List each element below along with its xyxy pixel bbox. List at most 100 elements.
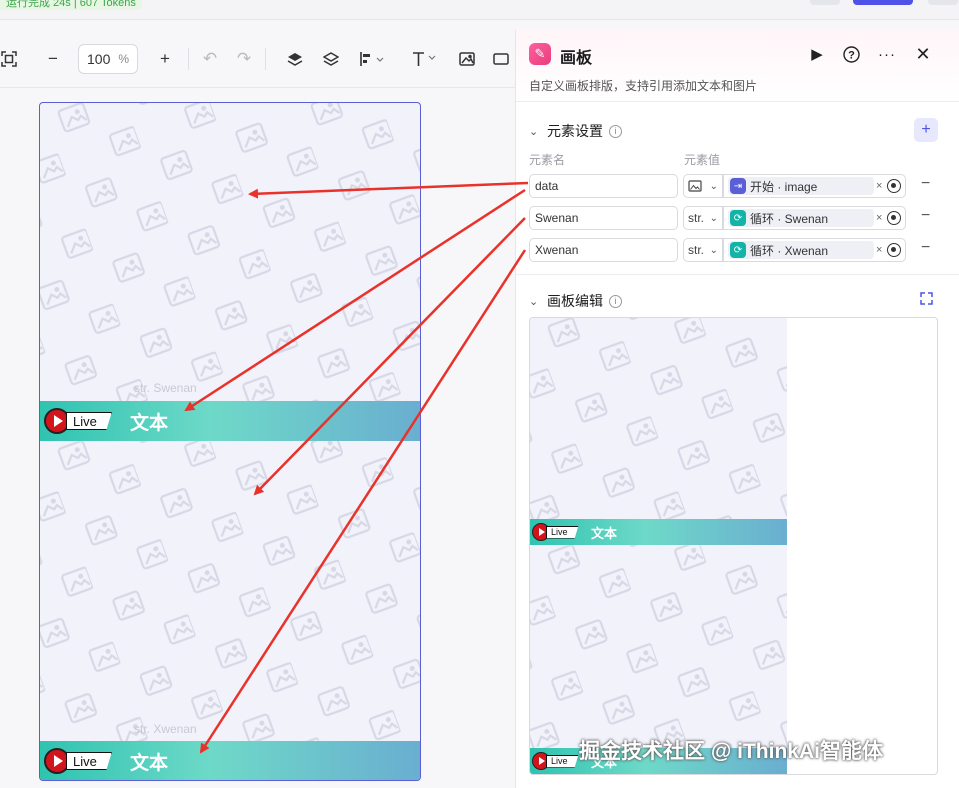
placeholder-xwenan: str. Xwenan [134,722,197,736]
live-label: Live [546,754,579,768]
clear-icon[interactable]: × [876,212,882,224]
zoom-unit: % [118,51,129,66]
section-divider [516,274,959,275]
zoom-input[interactable]: 100 % [78,43,138,74]
chevron-down-icon: ⌄ [709,180,718,192]
image-placeholder [530,545,787,749]
remove-element-icon[interactable]: − [921,175,930,193]
live-banner[interactable]: Live 文本 [40,741,420,780]
zoom-out-icon[interactable]: − [40,46,66,72]
reference-chip[interactable]: ⟳ 循环 · Swenan [728,209,874,227]
run-status-badge: 运行完成 24s | 607 Tokens [0,0,142,10]
reference-field[interactable]: ⟳ 循环 · Xwenan × [723,238,906,262]
expand-icon[interactable] [920,292,933,308]
loop-node-icon: ⟳ [730,210,746,226]
image-type-icon [688,180,702,192]
chevron-down-icon: ⌄ [709,212,718,224]
reference-field[interactable]: ⟳ 循环 · Swenan × [723,206,906,230]
image-placeholder[interactable] [40,103,420,401]
info-icon[interactable]: i [609,294,622,308]
reference-field[interactable]: ⇥ 开始 · image × [723,174,906,198]
live-banner: Live 文本 [530,519,787,545]
reference-text: 循环 · Xwenan [750,243,829,258]
zoom-value: 100 [87,50,111,67]
reference-chip[interactable]: ⟳ 循环 · Xwenan [728,241,874,259]
canvas-toolbar: − 100 % + ↶ ↷ [0,30,515,88]
panel-title: 画板 [560,50,593,67]
type-label: str. [688,211,705,225]
image-placeholder [530,318,787,519]
add-element-button[interactable]: + [914,118,938,142]
canvas-area[interactable]: str. Swenan Live 文本 str. Xwenan Live 文本 [0,88,515,788]
live-label: Live [546,525,579,539]
target-icon[interactable] [887,179,901,193]
info-icon[interactable]: i [609,124,622,138]
bring-front-icon[interactable] [282,46,308,72]
image-tool-icon[interactable] [454,46,480,72]
top-button[interactable] [810,0,840,5]
rectangle-tool-icon[interactable] [488,46,514,72]
live-logo: Live [532,523,579,541]
svg-text:?: ? [848,49,855,61]
element-row: ⌄ ⇥ 开始 · image × − [529,174,949,198]
more-icon[interactable]: ··· [876,43,898,65]
top-button[interactable] [928,0,958,5]
reference-text: 循环 · Swenan [750,211,829,226]
undo-icon[interactable]: ↶ [197,46,223,72]
clear-icon[interactable]: × [876,180,882,192]
start-node-icon: ⇥ [730,178,746,194]
clear-icon[interactable]: × [876,244,882,256]
text-tool-icon[interactable] [406,46,442,72]
remove-element-icon[interactable]: − [921,239,930,257]
element-name-input[interactable] [529,238,678,262]
column-header-value: 元素值 [684,153,721,167]
reference-chip[interactable]: ⇥ 开始 · image [728,177,874,195]
live-banner[interactable]: Live 文本 [40,401,420,441]
banner-text: 文本 [591,525,618,541]
artboard-panel: ✎ 画板 ▶ ? ··· ✕ 自定义画板排版，支持引用添加文本和图片 ⌄ 元素设… [515,30,959,788]
panel-header: ✎ 画板 ▶ ? ··· ✕ 自定义画板排版，支持引用添加文本和图片 [516,30,959,102]
help-icon[interactable]: ? [840,43,862,65]
target-icon[interactable] [887,243,901,257]
live-logo: Live [44,408,112,434]
chevron-down-icon: ⌄ [709,244,718,256]
chevron-down-icon: ⌄ [529,125,539,138]
element-row: str. ⌄ ⟳ 循环 · Swenan × − [529,206,949,230]
artboard-preview[interactable]: Live 文本 Live 文本 [529,317,938,775]
layers-icon[interactable] [318,46,344,72]
remove-element-icon[interactable]: − [921,207,930,225]
editor-section-header[interactable]: ⌄ 画板编辑 i [529,291,622,311]
type-select[interactable]: ⌄ [683,174,723,198]
live-label: Live [66,412,112,430]
redo-icon[interactable]: ↷ [231,46,257,72]
reference-text: 开始 · image [750,179,818,194]
target-icon[interactable] [887,211,901,225]
primary-top-button[interactable] [853,0,913,5]
elements-section-title: 元素设置 [547,123,603,139]
banner-text[interactable]: 文本 [130,748,168,775]
run-icon[interactable]: ▶ [806,43,828,65]
live-logo: Live [532,752,579,770]
type-select[interactable]: str. ⌄ [683,238,723,262]
artboard[interactable]: str. Swenan Live 文本 str. Xwenan Live 文本 [39,102,421,781]
banner-text[interactable]: 文本 [130,408,168,435]
elements-section-header[interactable]: ⌄ 元素设置 i [529,121,622,141]
watermark: 掘金技术社区 @ iThinkAi智能体 [579,740,883,763]
toolbar-divider [188,47,189,70]
element-row: str. ⌄ ⟳ 循环 · Xwenan × − [529,238,949,262]
align-icon[interactable] [354,46,390,72]
toolbar-divider [265,47,266,70]
fit-screen-icon[interactable] [0,46,22,72]
panel-description: 自定义画板排版，支持引用添加文本和图片 [529,79,758,93]
live-logo: Live [44,748,112,774]
preview-board[interactable]: Live 文本 Live 文本 [530,318,787,774]
placeholder-swenan: str. Swenan [134,381,197,395]
element-name-input[interactable] [529,174,678,198]
zoom-in-icon[interactable]: + [152,46,178,72]
loop-node-icon: ⟳ [730,242,746,258]
image-placeholder[interactable] [40,441,420,742]
element-name-input[interactable] [529,206,678,230]
close-icon[interactable]: ✕ [912,43,934,65]
chevron-down-icon: ⌄ [529,295,539,308]
type-select[interactable]: str. ⌄ [683,206,723,230]
